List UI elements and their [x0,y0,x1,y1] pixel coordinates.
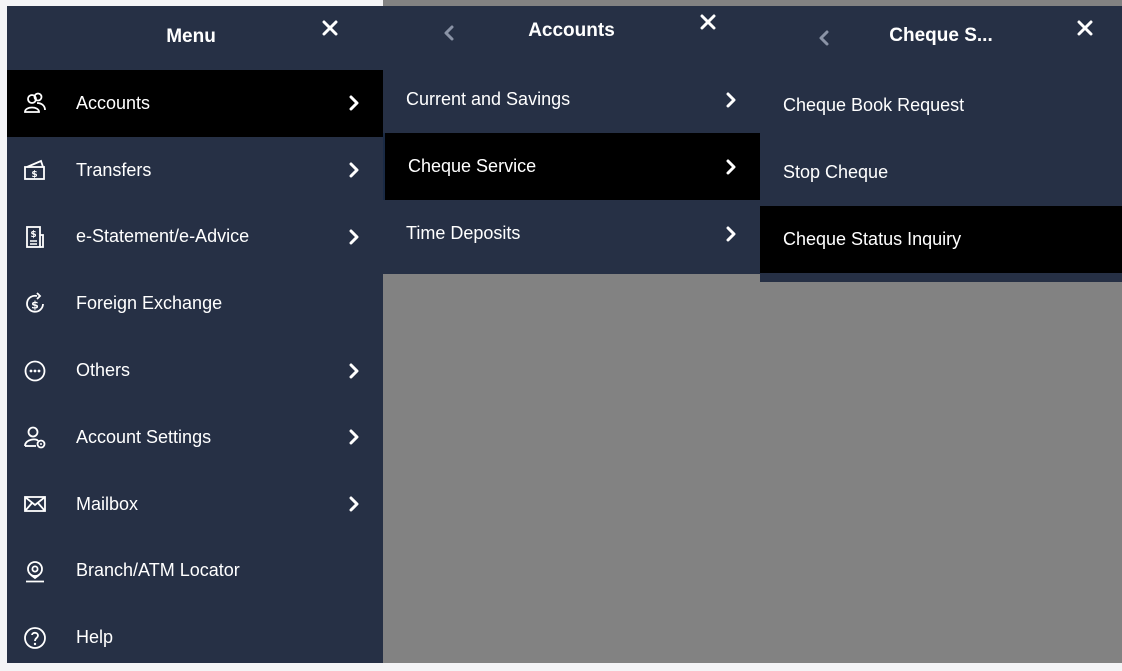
submenu-item-current-and-savings[interactable]: Current and Savings [383,66,760,133]
accounts-close-button[interactable] [700,14,722,36]
user-settings-icon [23,425,47,449]
more-dots-icon [23,359,47,383]
help-question-icon [23,626,47,650]
submenu-item-time-deposits[interactable]: Time Deposits [383,200,760,267]
submenu-item-label: Stop Cheque [783,162,889,182]
submenu-item-cheque-service[interactable]: Cheque Service [383,133,760,200]
sidebar-item-e-statement-e-advice[interactable]: $ e-Statement/e-Advice [7,204,383,271]
chevron-right-icon [347,162,361,178]
location-pin-icon [23,559,47,583]
submenu-item-cheque-book-request[interactable]: Cheque Book Request [760,72,1122,139]
submenu-item-label: Cheque Status Inquiry [783,229,962,249]
chevron-right-icon [347,229,361,245]
chevron-right-icon [724,159,738,175]
close-icon [322,20,338,36]
cheque-close-button[interactable] [1077,20,1099,42]
chevron-right-icon [347,429,361,445]
main-menu-list: Accounts $ Transfers $ e-Statement/e-Advice $… [7,70,383,671]
cheque-submenu-header: Cheque S... [760,6,1122,70]
chevron-right-icon [347,496,361,512]
money-transfer-icon: $ [23,158,47,182]
accounts-submenu-panel: Accounts Current and Savings Cheque Servi… [383,6,760,274]
svg-text:$: $ [30,230,36,240]
submenu-item-label: Current and Savings [406,89,571,109]
accounts-submenu-list: Current and Savings Cheque Service Time De… [383,66,760,267]
submenu-item-cheque-status-inquiry[interactable]: Cheque Status Inquiry [760,206,1122,273]
chevron-right-icon [347,95,361,111]
envelope-icon [23,492,47,516]
sidebar-item-foreign-exchange[interactable]: $ Foreign Exchange [7,270,383,337]
chevron-right-icon [724,92,738,108]
sidebar-item-label: Foreign Exchange [76,293,223,314]
sidebar-item-label: Help [76,627,114,648]
submenu-item-stop-cheque[interactable]: Stop Cheque [760,139,1122,206]
chevron-right-icon [724,226,738,242]
cheque-submenu-panel: Cheque S... Cheque Book Request Stop Cheq… [760,6,1122,282]
sidebar-item-others[interactable]: Others [7,337,383,404]
sidebar-item-accounts[interactable]: Accounts [7,70,383,137]
accounts-submenu-header: Accounts [383,6,760,70]
sidebar-item-label: Branch/ATM Locator [76,560,240,581]
main-menu-header: Menu [7,6,383,70]
chevron-right-icon [347,363,361,379]
sidebar-item-label: Accounts [76,92,151,113]
close-icon [1077,20,1093,36]
sidebar-item-label: Mailbox [76,493,139,514]
submenu-item-label: Cheque Service [408,156,537,176]
close-icon [700,14,716,30]
main-menu-panel: Menu Accounts $ Transfers $ e-Statement/e-Ad… [7,6,383,663]
user-group-icon [23,91,47,115]
sidebar-item-transfers[interactable]: $ Transfers [7,137,383,204]
cheque-submenu-title: Cheque S... [889,25,993,46]
submenu-item-label: Cheque Book Request [783,95,965,115]
sidebar-item-label: e-Statement/e-Advice [76,226,250,247]
sidebar-item-mailbox[interactable]: Mailbox [7,471,383,538]
sidebar-item-label: Others [76,360,131,381]
sidebar-item-branch-atm-locator[interactable]: Branch/ATM Locator [7,538,383,605]
currency-exchange-icon: $ [23,292,47,316]
sidebar-item-account-settings[interactable]: Account Settings [7,404,383,471]
sidebar-item-label: Account Settings [76,426,212,447]
statement-document-icon: $ [23,225,47,249]
cheque-submenu-list: Cheque Book Request Stop Cheque Cheque Sta… [760,72,1122,273]
main-menu-close-button[interactable] [322,20,344,42]
sidebar-item-help[interactable]: Help [7,604,383,671]
sidebar-item-label: Transfers [76,159,152,180]
svg-text:$: $ [31,170,37,180]
svg-text:$: $ [31,298,39,311]
submenu-item-label: Time Deposits [406,223,521,243]
